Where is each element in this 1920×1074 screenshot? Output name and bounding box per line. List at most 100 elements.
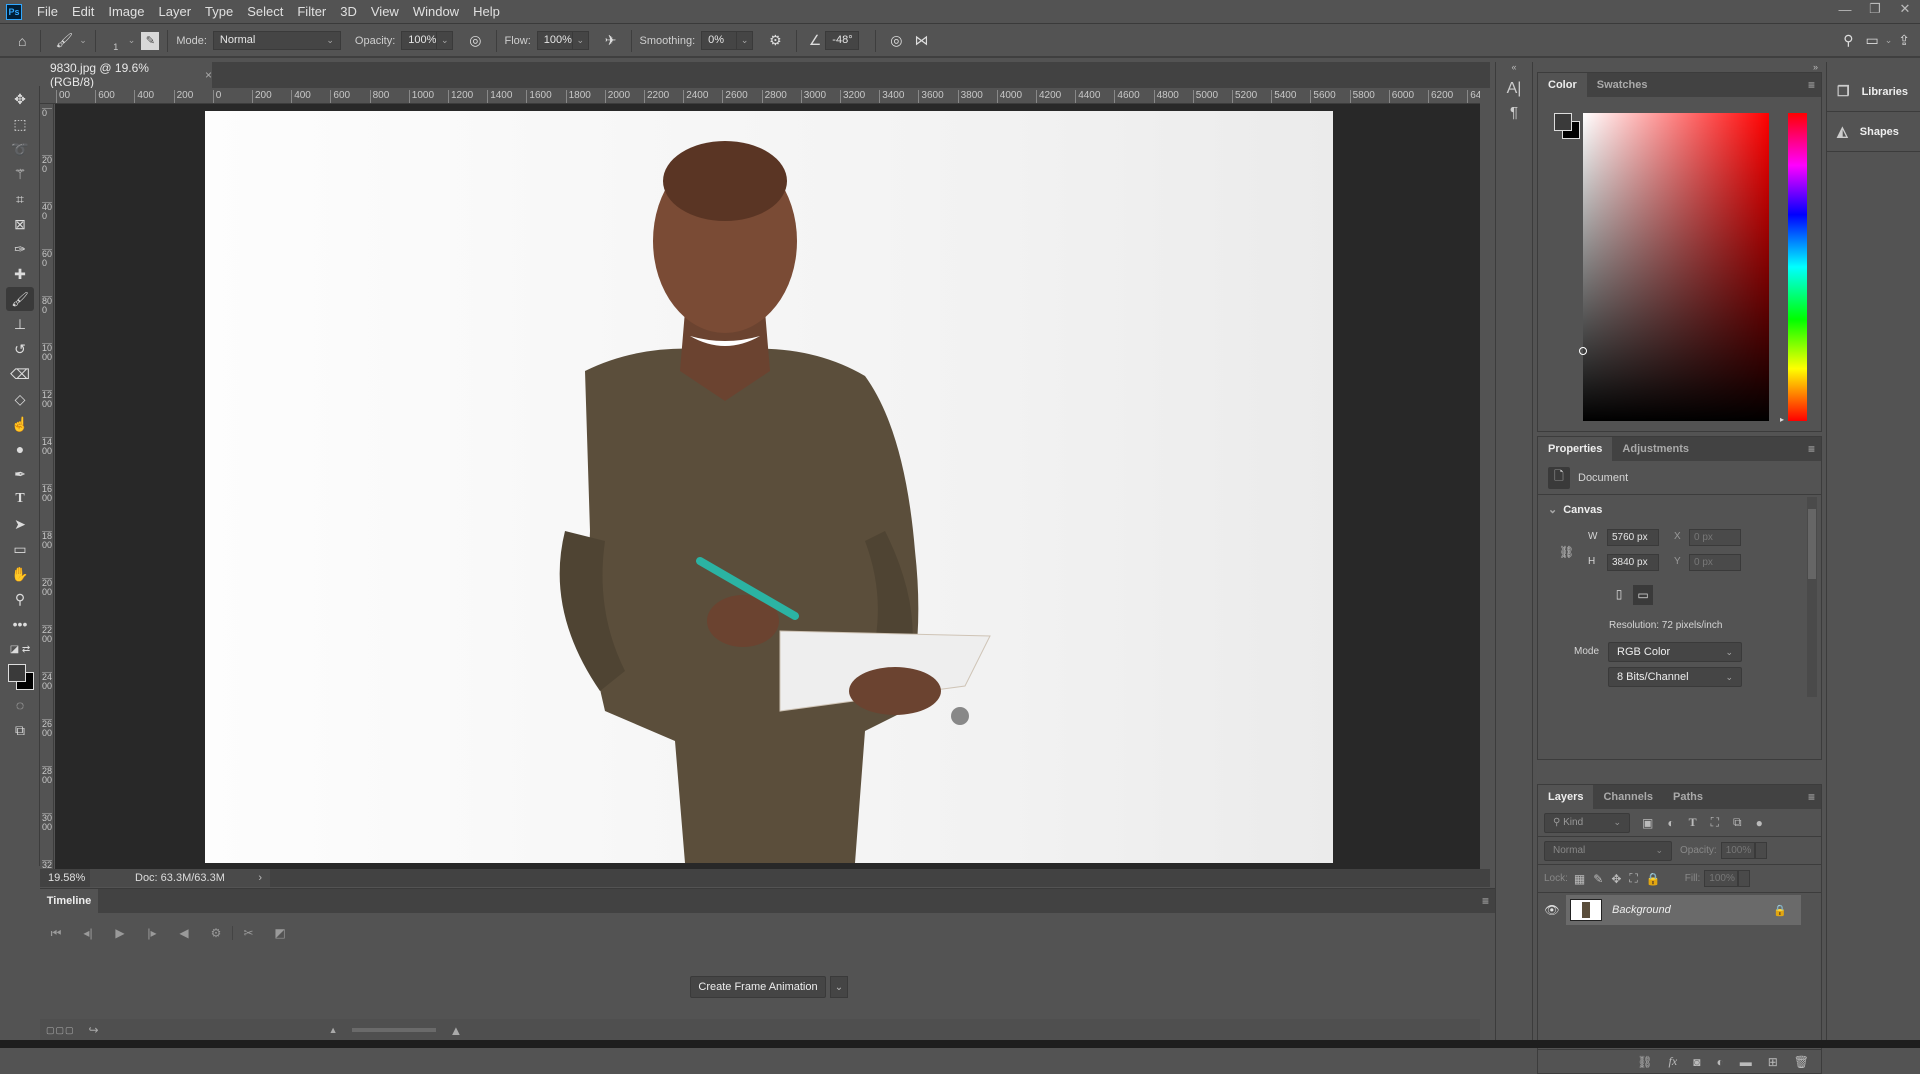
zoom-level[interactable]: 19.58% — [40, 872, 90, 884]
move-tool-icon[interactable]: ✥ — [6, 87, 34, 111]
filter-type-icon[interactable]: T — [1689, 815, 1697, 830]
close-button[interactable]: ✕ — [1890, 0, 1920, 18]
smoothing-dropdown[interactable]: ⌄ — [737, 31, 754, 50]
swap-colors-icon[interactable]: ◪ ⇄ — [6, 637, 34, 661]
chevron-right-icon[interactable]: › — [258, 872, 262, 884]
smoothing-input[interactable]: 0% — [701, 31, 738, 50]
brush-size[interactable]: 1 — [104, 30, 128, 52]
crop-tool-icon[interactable]: ⌗ — [6, 187, 34, 211]
horizontal-ruler[interactable]: 00 600 400 200 0 200 400 600 800 1000 1200 1400 1600… — [40, 88, 1480, 104]
hand-tool-icon[interactable]: ✋ — [6, 562, 34, 586]
rectangle-tool-icon[interactable]: ▭ — [6, 537, 34, 561]
tab-timeline[interactable]: Timeline — [40, 889, 98, 913]
new-layer-icon[interactable]: ⊞ — [1768, 1055, 1778, 1069]
menu-file[interactable]: File — [30, 0, 65, 24]
animation-type-dropdown[interactable]: ⌄ — [830, 976, 848, 998]
audio-icon[interactable]: ◀ — [168, 926, 200, 940]
more-tools-icon[interactable]: ••• — [6, 612, 34, 636]
play-icon[interactable]: ▶ — [104, 926, 136, 940]
landscape-orientation-icon[interactable]: ▭ — [1633, 585, 1653, 605]
color-mode-select[interactable]: RGB Color ⌄ — [1608, 642, 1742, 662]
panel-menu-icon[interactable]: ≡ — [1482, 894, 1489, 908]
layer-effects-fx-icon[interactable]: fx — [1669, 1054, 1678, 1069]
lock-position-icon[interactable]: ✥ — [1611, 872, 1621, 886]
brush-angle-input[interactable]: -48° — [825, 31, 860, 50]
panel-menu-icon[interactable]: ≡ — [1808, 442, 1815, 456]
menu-window[interactable]: Window — [406, 0, 466, 24]
filter-adjustment-icon[interactable]: ◐ — [1667, 816, 1674, 830]
filter-shape-icon[interactable]: ⛶ — [1711, 815, 1719, 830]
lock-all-icon[interactable]: 🔒 — [1646, 872, 1661, 886]
delete-layer-trash-icon[interactable]: 🗑 — [1794, 1055, 1809, 1069]
tab-adjustments[interactable]: Adjustments — [1612, 437, 1699, 461]
dodge-tool-icon[interactable]: ● — [6, 437, 34, 461]
panel-menu-icon[interactable]: ≡ — [1808, 790, 1815, 804]
create-frame-animation-button[interactable]: Create Frame Animation — [690, 976, 826, 998]
brush-panel-toggle-icon[interactable]: ✎ — [141, 31, 160, 50]
zoom-tool-icon[interactable]: ⚲ — [6, 587, 34, 611]
document-info[interactable]: Doc: 63.3M/63.3M › — [90, 869, 270, 887]
libraries-panel-button[interactable]: ❐ Libraries — [1827, 72, 1920, 112]
document-image[interactable] — [205, 111, 1333, 863]
panel-menu-icon[interactable]: ≡ — [1808, 78, 1815, 92]
bit-depth-select[interactable]: 8 Bits/Channel ⌄ — [1608, 667, 1742, 687]
minimize-button[interactable]: — — [1830, 0, 1860, 18]
canvas-x-input[interactable]: 0 px — [1689, 529, 1741, 546]
link-layers-icon[interactable]: ⛓ — [1637, 1055, 1652, 1069]
lock-image-icon[interactable]: ✎ — [1593, 872, 1603, 886]
convert-icon[interactable]: ↪ — [89, 1023, 99, 1037]
tab-properties[interactable]: Properties — [1538, 437, 1613, 461]
menu-view[interactable]: View — [364, 0, 406, 24]
tab-swatches[interactable]: Swatches — [1587, 73, 1658, 97]
menu-image[interactable]: Image — [101, 0, 151, 24]
canvas-section-header[interactable]: ⌄ Canvas — [1538, 495, 1821, 524]
layer-lock-icon[interactable]: 🔒 — [1773, 904, 1787, 917]
workspace-icon[interactable]: ▭ — [1865, 32, 1878, 49]
menu-3d[interactable]: 3D — [333, 0, 364, 24]
canvas-width-input[interactable]: 5760 px — [1607, 529, 1659, 546]
filter-smart-object-icon[interactable]: ⧉ — [1733, 815, 1742, 830]
layer-opacity-input[interactable]: 100% — [1720, 842, 1755, 859]
filter-pixel-icon[interactable]: ▣ — [1642, 816, 1653, 830]
shapes-panel-button[interactable]: ◭ Shapes — [1827, 112, 1920, 152]
tab-paths[interactable]: Paths — [1663, 785, 1713, 809]
new-adjustment-layer-icon[interactable]: ◐ — [1716, 1055, 1723, 1069]
smoothing-settings-gear-icon[interactable]: ⚙ — [769, 32, 782, 49]
menu-layer[interactable]: Layer — [152, 0, 199, 24]
lock-transparent-icon[interactable]: ▦ — [1574, 872, 1585, 886]
menu-help[interactable]: Help — [466, 0, 507, 24]
canvas-height-input[interactable]: 3840 px — [1607, 554, 1659, 571]
search-icon[interactable]: ⚲ — [1843, 32, 1853, 49]
zoom-out-icon[interactable]: ▲ — [329, 1025, 338, 1035]
healing-brush-tool-icon[interactable]: ✚ — [6, 262, 34, 286]
history-brush-tool-icon[interactable]: ↺ — [6, 337, 34, 361]
flow-input[interactable]: 100% — [536, 31, 573, 50]
screen-mode-icon[interactable]: ⧉ — [6, 718, 34, 742]
previous-frame-icon[interactable]: ◂| — [72, 926, 104, 940]
quick-mask-icon[interactable]: ◌ — [6, 693, 34, 717]
opacity-dropdown[interactable]: ⌄ — [437, 31, 454, 50]
path-selection-tool-icon[interactable]: ➤ — [6, 512, 34, 536]
layer-name[interactable]: Background — [1612, 904, 1671, 916]
link-dimensions-icon[interactable]: ⛓ — [1559, 545, 1574, 559]
chevron-down-icon[interactable]: ⌄ — [1885, 35, 1893, 46]
rectangular-marquee-tool-icon[interactable]: ⬚ — [6, 112, 34, 136]
symmetry-butterfly-icon[interactable]: ⋈ — [915, 32, 929, 49]
blend-mode-select[interactable]: Normal ⌄ — [1544, 840, 1672, 861]
canvas-y-input[interactable]: 0 px — [1689, 554, 1741, 571]
lock-artboard-icon[interactable]: ⛶ — [1629, 871, 1637, 886]
hue-slider[interactable] — [1788, 113, 1807, 421]
eraser-tool-icon[interactable]: ⌫ — [6, 362, 34, 386]
new-group-folder-icon[interactable]: ▬ — [1740, 1055, 1752, 1069]
add-mask-icon[interactable]: ◙ — [1693, 1055, 1700, 1069]
chevron-down-icon[interactable]: ⌄ — [128, 35, 136, 46]
clone-stamp-tool-icon[interactable]: ⊥ — [6, 312, 34, 336]
split-scissors-icon[interactable]: ✂ — [232, 926, 264, 940]
brush-tool-icon[interactable]: 🖌 — [6, 287, 34, 311]
brush-preset-icon[interactable]: 🖌 — [55, 32, 73, 49]
zoom-in-icon[interactable]: ▲ — [450, 1023, 463, 1038]
chevron-down-icon[interactable]: ⌄ — [79, 35, 87, 46]
close-tab-icon[interactable]: × — [205, 68, 212, 82]
visibility-eye-icon[interactable]: 👁 — [1538, 903, 1566, 917]
mode-select[interactable]: Normal ⌄ — [212, 31, 341, 50]
